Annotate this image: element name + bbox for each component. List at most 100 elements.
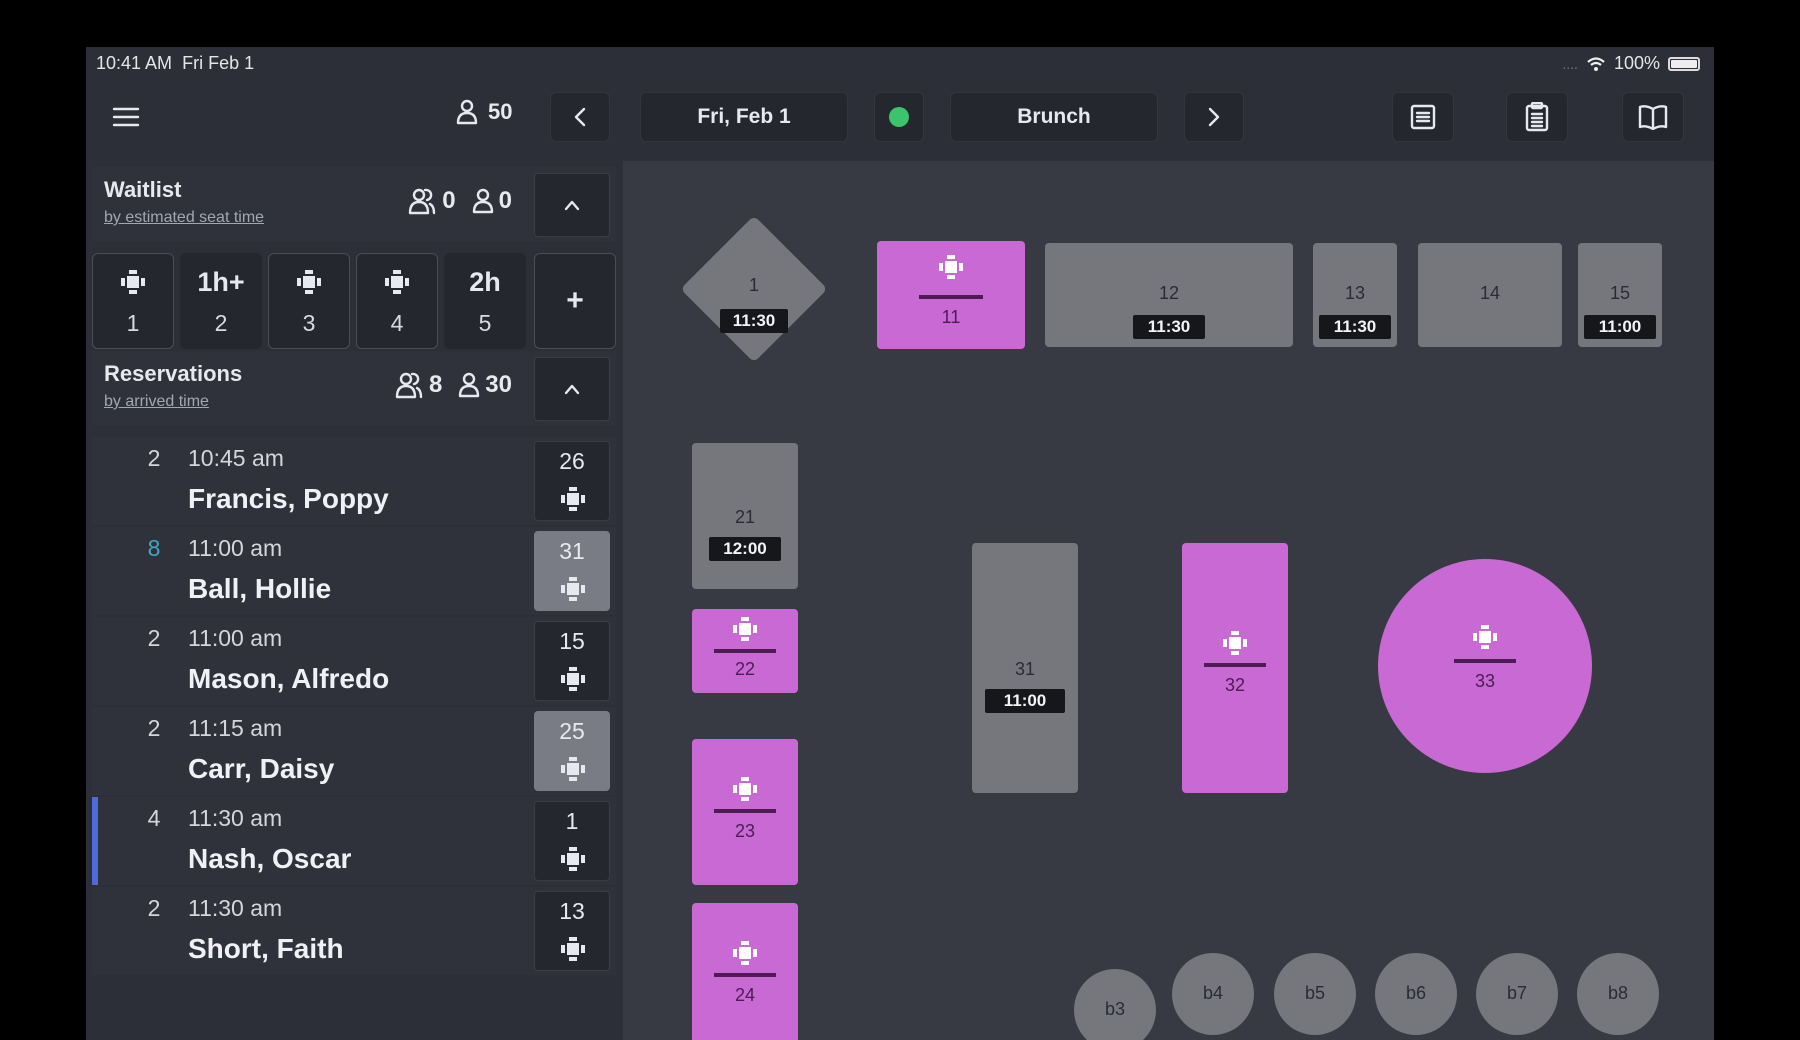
status-time: 10:41 AM Fri Feb 1 bbox=[96, 53, 254, 74]
table-number: 24 bbox=[734, 985, 756, 1005]
table-time-badge: 12:00 bbox=[709, 537, 781, 561]
table-12[interactable]: 12 11:30 bbox=[1045, 243, 1293, 347]
waitlist-tile-3[interactable]: 3 bbox=[268, 253, 350, 349]
assigned-table-button[interactable]: 13 bbox=[534, 891, 610, 971]
reservation-row[interactable]: 2 11:30 am Short, Faith 13 bbox=[92, 887, 616, 975]
floorplan-view-button[interactable] bbox=[1622, 92, 1684, 142]
bar-seat-b4[interactable]: b4 bbox=[1172, 953, 1254, 1035]
waitlist-tile-2[interactable]: 1h+ 2 bbox=[180, 253, 262, 349]
waitlist-tile-5[interactable]: 2h 5 bbox=[444, 253, 526, 349]
reservation-party-value: 8 bbox=[428, 371, 443, 398]
assigned-table-button[interactable]: 25 bbox=[534, 711, 610, 791]
date-selector[interactable]: Fri, Feb 1 bbox=[640, 92, 848, 142]
bar-seat-b7[interactable]: b7 bbox=[1476, 953, 1558, 1035]
menu-button[interactable] bbox=[106, 97, 146, 137]
device-screen: 10:41 AM Fri Feb 1 .... 100% 50 Fri, Feb… bbox=[86, 47, 1714, 1040]
chevron-up-icon bbox=[564, 384, 580, 395]
table-15[interactable]: 15 11:00 bbox=[1578, 243, 1662, 347]
bar-seat-b6[interactable]: b6 bbox=[1375, 953, 1457, 1035]
assigned-table-button[interactable]: 1 bbox=[534, 801, 610, 881]
prev-day-button[interactable] bbox=[550, 92, 610, 142]
table-time-badge: 11:00 bbox=[1584, 315, 1656, 339]
guest-name: Nash, Oscar bbox=[188, 843, 352, 874]
table-31[interactable]: 31 11:00 bbox=[972, 543, 1078, 793]
seated-icon bbox=[733, 777, 757, 801]
assigned-table-button[interactable]: 26 bbox=[534, 441, 610, 521]
table-21[interactable]: 21 12:00 bbox=[692, 443, 798, 589]
waitlist-collapse-button[interactable] bbox=[534, 173, 610, 237]
bar-seat-b5[interactable]: b5 bbox=[1274, 953, 1356, 1035]
table-14[interactable]: 14 bbox=[1418, 243, 1562, 347]
shift-status[interactable] bbox=[874, 92, 924, 142]
reservations-sort-link[interactable]: by arrived time bbox=[104, 393, 209, 411]
table-22[interactable]: 22 bbox=[692, 609, 798, 693]
table-13[interactable]: 13 11:30 bbox=[1313, 243, 1397, 347]
clock-date: Fri Feb 1 bbox=[182, 53, 255, 73]
clipboard-icon bbox=[1525, 102, 1549, 132]
seat-label: b5 bbox=[1304, 983, 1326, 1003]
table-33[interactable]: 33 bbox=[1378, 559, 1592, 773]
seat-label: b4 bbox=[1202, 983, 1224, 1003]
person-icon bbox=[459, 372, 480, 398]
table-number: 15 bbox=[1609, 283, 1631, 303]
reservations-collapse-button[interactable] bbox=[534, 357, 610, 421]
table-1[interactable]: 1 11:30 bbox=[666, 201, 842, 377]
table-23[interactable]: 23 bbox=[692, 739, 798, 885]
notes-button[interactable] bbox=[1506, 92, 1568, 142]
reservation-row[interactable]: 2 11:15 am Carr, Daisy 25 bbox=[92, 707, 616, 795]
add-waitlist-button[interactable]: + bbox=[534, 253, 616, 349]
chevron-up-icon bbox=[564, 200, 580, 211]
tile-party-size: 2 bbox=[214, 310, 228, 336]
seat-label: b6 bbox=[1405, 983, 1427, 1003]
shift-selector[interactable]: Brunch bbox=[950, 92, 1158, 142]
assigned-table-button[interactable]: 31 bbox=[534, 531, 610, 611]
party-size: 2 bbox=[147, 715, 161, 741]
guest-name: Short, Faith bbox=[188, 933, 344, 964]
reservation-time: 11:15 am bbox=[188, 715, 283, 741]
waitlist-party-count: 0 bbox=[407, 187, 456, 215]
table-time-badge: 11:30 bbox=[1319, 315, 1391, 339]
waitlist-sort-link[interactable]: by estimated seat time bbox=[104, 209, 264, 227]
status-indicators: .... 100% bbox=[1562, 53, 1700, 74]
reservation-row[interactable]: 2 10:45 am Francis, Poppy 26 bbox=[92, 437, 616, 525]
table-32[interactable]: 32 bbox=[1182, 543, 1288, 793]
reservation-row[interactable]: 4 11:30 am Nash, Oscar 1 bbox=[92, 797, 616, 885]
table-24[interactable]: 24 bbox=[692, 903, 798, 1040]
assigned-table-number: 1 bbox=[565, 808, 579, 834]
waitlist-header: Waitlist by estimated seat time 0 0 bbox=[92, 167, 616, 241]
status-bar: 10:41 AM Fri Feb 1 .... 100% bbox=[86, 47, 1714, 77]
book-icon bbox=[1638, 105, 1668, 130]
progress-bar bbox=[919, 295, 983, 299]
person-icon bbox=[472, 188, 493, 214]
group-icon bbox=[395, 372, 423, 399]
waitlist-tile-4[interactable]: 4 bbox=[356, 253, 438, 349]
progress-bar bbox=[1454, 659, 1516, 663]
tile-quote: 2h bbox=[469, 266, 501, 297]
assigned-table-number: 26 bbox=[559, 448, 585, 474]
bar-seat-b3[interactable]: b3 bbox=[1074, 969, 1156, 1040]
table-time-badge: 11:30 bbox=[1133, 315, 1205, 339]
bar-seat-b8[interactable]: b8 bbox=[1577, 953, 1659, 1035]
tile-top bbox=[93, 266, 173, 298]
covers-count: 50 bbox=[456, 99, 512, 125]
table-number: 13 bbox=[1344, 283, 1366, 303]
waitlist-party-value: 0 bbox=[442, 187, 456, 214]
table-icon bbox=[561, 937, 585, 961]
table-time-badge: 11:00 bbox=[985, 689, 1065, 713]
wifi-icon bbox=[1587, 56, 1605, 71]
assigned-table-number: 15 bbox=[559, 628, 585, 654]
table-icon bbox=[561, 757, 585, 781]
battery-icon bbox=[1668, 56, 1700, 71]
list-view-button[interactable] bbox=[1392, 92, 1454, 142]
table-11[interactable]: 11 bbox=[877, 241, 1025, 349]
reservation-row[interactable]: 8 11:00 am Ball, Hollie 31 bbox=[92, 527, 616, 615]
assigned-table-number: 31 bbox=[559, 538, 585, 564]
assigned-table-button[interactable]: 15 bbox=[534, 621, 610, 701]
floor-plan: 1 11:30 11 12 11:30 13 11:30 14 15 11:00 bbox=[623, 161, 1714, 1040]
waitlist-tile-1[interactable]: 1 bbox=[92, 253, 174, 349]
guest-name: Carr, Daisy bbox=[188, 753, 335, 784]
reservation-row[interactable]: 2 11:00 am Mason, Alfredo 15 bbox=[92, 617, 616, 705]
chevron-right-icon bbox=[1208, 107, 1220, 127]
next-day-button[interactable] bbox=[1184, 92, 1244, 142]
clock-time: 10:41 AM bbox=[96, 53, 173, 73]
